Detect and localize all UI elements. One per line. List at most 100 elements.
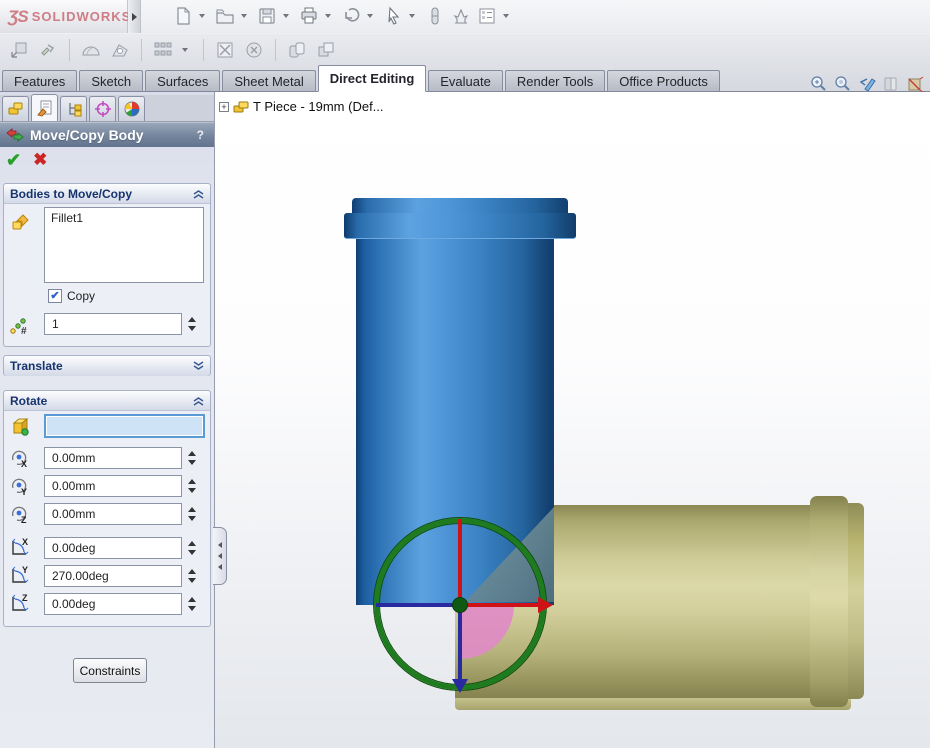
model-scene[interactable] [215,92,930,748]
constraints-button[interactable]: Constraints [73,658,147,683]
rotate-angle-y-spinner[interactable] [185,565,198,587]
command-manager-tabbar: Features Sketch Surfaces Sheet Metal Dir… [0,66,930,92]
rotate-origin-y-spinner[interactable] [185,475,198,497]
copy-bodies-icon[interactable] [286,39,308,61]
expand-arrow-icon [132,13,137,21]
configuration-manager-tab[interactable] [60,96,87,121]
copies-count-spinner[interactable] [185,313,198,335]
display-manager-icon [123,100,141,118]
selected-body-rim[interactable] [352,198,568,214]
rotate-angle-x-spinner[interactable] [185,537,198,559]
delete-hole-icon[interactable] [109,39,131,61]
select-cursor-icon[interactable] [382,5,404,27]
combine-bodies-icon[interactable] [315,39,337,61]
menu-expand-handle[interactable] [128,0,141,33]
tab-sketch[interactable]: Sketch [79,70,143,92]
axis-down-arrowhead-icon[interactable] [452,679,468,693]
rotate-origin-x-spinner[interactable] [185,447,198,469]
open-icon[interactable] [214,5,236,27]
axis-x-arrow-shaft[interactable] [460,603,538,607]
tab-surfaces[interactable]: Surfaces [145,70,220,92]
undo-icon[interactable] [340,5,362,27]
rotate-group-header[interactable]: Rotate [4,391,210,411]
delete-face-icon[interactable] [80,39,102,61]
section-view-icon[interactable] [905,74,924,92]
tree-expand-toggle[interactable]: + [219,102,229,112]
axis-up-red[interactable] [458,519,462,605]
rotate-angle-y-input[interactable]: 270.00deg [44,565,182,587]
solidworks-window: ƷS SOLIDWORKS [0,0,930,748]
print-icon[interactable] [298,5,320,27]
copied-body-collar[interactable] [810,496,848,707]
tab-render-tools[interactable]: Render Tools [505,70,605,92]
tab-office-products[interactable]: Office Products [607,70,720,92]
rotate-angle-z-input[interactable]: 0.00deg [44,593,182,615]
triad-center-handle[interactable] [452,597,468,613]
feature-manager-tab[interactable] [2,96,29,121]
task-list-icon[interactable] [476,5,498,27]
axis-down-arrow-shaft[interactable] [458,605,462,679]
property-manager-tab[interactable] [31,94,58,121]
copied-body-underside [455,698,851,710]
display-manager-tab[interactable] [118,96,145,121]
view-rotate-icon[interactable] [857,74,876,92]
tab-direct-editing[interactable]: Direct Editing [318,65,427,92]
rotate-origin-y-icon: Y [9,475,31,497]
tree-part-label[interactable]: T Piece - 19mm (Def... [253,99,384,114]
rotate-origin-x-icon: X [9,447,31,469]
selected-body-collar[interactable] [344,213,576,239]
bodies-group-header[interactable]: Bodies to Move/Copy [4,184,210,204]
appearances-book-icon[interactable] [881,74,900,92]
rebuild-stamp-icon[interactable] [450,5,472,27]
logo-text: SOLIDWORKS [32,9,132,24]
rotate-origin-z-input[interactable]: 0.00mm [44,503,182,525]
body-list-item[interactable]: Fillet1 [51,211,83,225]
zoom-to-area-icon[interactable] [833,74,852,92]
delete-body-icon[interactable] [214,39,236,61]
translate-group: Translate [3,355,211,376]
tab-features[interactable]: Features [2,70,77,92]
rotate-origin-z-icon: Z [9,503,31,525]
error-check-icon[interactable] [243,39,265,61]
svg-text:Y: Y [21,487,27,497]
rotate-reference-field[interactable] [44,414,205,438]
move-face-icon[interactable] [8,39,30,61]
print-dropdown-caret[interactable] [325,14,331,18]
rotate-angle-z-spinner[interactable] [185,593,198,615]
graphics-viewport[interactable]: + T Piece - 19mm (Def... [215,92,930,748]
panel-collapse-handle[interactable] [213,527,227,585]
pattern-icon[interactable] [152,39,174,61]
move-copy-bodies-icon[interactable] [37,39,59,61]
dimxpert-manager-tab[interactable] [89,96,116,121]
reference-icon[interactable] [424,5,446,27]
bodies-list-box[interactable]: Fillet1 [44,207,204,283]
tasklist-dropdown-caret[interactable] [503,14,509,18]
save-icon[interactable] [256,5,278,27]
undo-dropdown-caret[interactable] [367,14,373,18]
open-dropdown-caret[interactable] [241,14,247,18]
new-dropdown-caret[interactable] [199,14,205,18]
rotate-origin-z-spinner[interactable] [185,503,198,525]
help-button[interactable]: ? [197,128,208,142]
ok-button[interactable]: ✔ [6,150,21,171]
main-toolbar: ƷS SOLIDWORKS [0,0,930,33]
flyout-feature-tree: + T Piece - 19mm (Def... [219,99,384,114]
axis-x-arrowhead-icon[interactable] [538,597,553,613]
rotate-origin-y-input[interactable]: 0.00mm [44,475,182,497]
copy-checkbox[interactable]: ✔ [48,289,62,303]
rotate-origin-x-input[interactable]: 0.00mm [44,447,182,469]
translate-group-header[interactable]: Translate [4,356,210,376]
new-document-icon[interactable] [172,5,194,27]
toolbar-separator [69,39,70,61]
rotate-angle-x-input[interactable]: 0.00deg [44,537,182,559]
pattern-dropdown-caret[interactable] [182,48,188,52]
save-dropdown-caret[interactable] [283,14,289,18]
copies-count-input[interactable]: 1 [44,313,182,335]
zoom-in-icon[interactable] [809,74,828,92]
copied-body-endcap[interactable] [848,503,864,699]
tab-sheet-metal[interactable]: Sheet Metal [222,70,315,92]
cancel-button[interactable]: ✖ [33,150,47,171]
tab-evaluate[interactable]: Evaluate [428,70,503,92]
select-dropdown-caret[interactable] [409,14,415,18]
axis-left-blue[interactable] [376,603,460,607]
